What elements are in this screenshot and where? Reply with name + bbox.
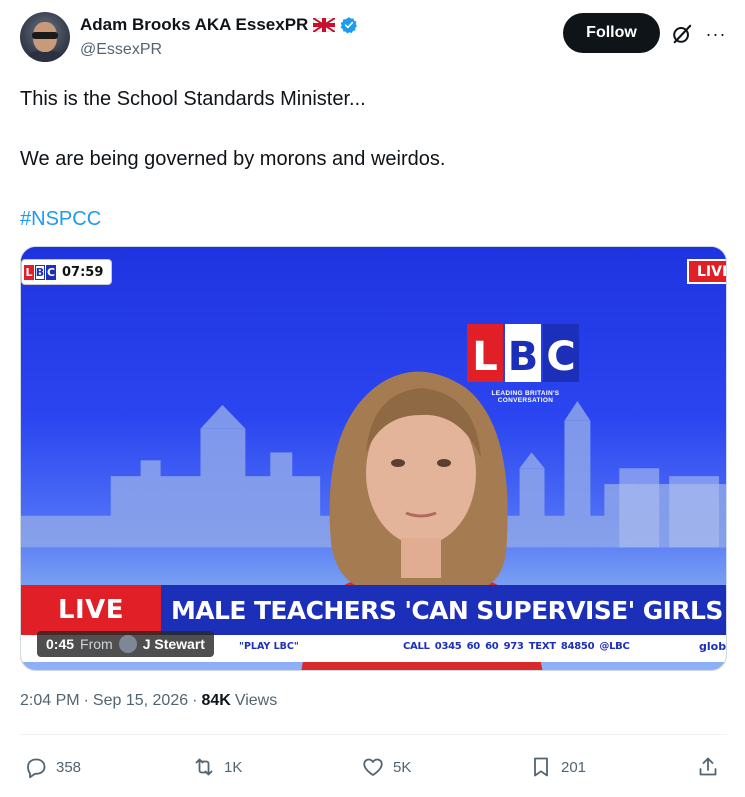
meta-separator: · [83,692,89,709]
action-bar: 358 1K 5K 201 [20,752,727,782]
verified-badge-icon[interactable] [340,16,358,34]
bookmark-button[interactable]: 201 [529,752,586,782]
bookmark-icon [534,757,548,777]
tweet-line-2: We are being governed by morons and weir… [20,148,446,170]
headline-caption: MALE TEACHERS 'CAN SUPERVISE' GIRLS CHAN… [161,585,726,635]
views-label: Views [234,692,278,709]
from-label: From [80,636,113,652]
tweet-date[interactable]: Sep 15, 2026 [93,692,188,710]
lbc-mini-logo: L B C [24,264,56,280]
source-name[interactable]: J Stewart [143,636,205,652]
lbc-logo: L B C [467,324,579,382]
tweet-line-1: This is the School Standards Minister... [20,88,366,110]
video-player[interactable]: L B C LEADING BRITAIN'S CONVERSATION L B… [20,246,727,671]
more-icon[interactable]: ··· [704,22,728,46]
share-icon [699,757,717,776]
like-button[interactable]: 5K [361,752,411,782]
reply-icon [27,758,46,779]
share-button[interactable] [696,752,720,782]
tweet-header: Adam Brooks AKA EssexPR @EssexPR Follow … [20,12,730,64]
author-display-name[interactable]: Adam Brooks AKA EssexPR [80,15,308,35]
lbc-logo-b: B [508,334,539,380]
avatar[interactable] [20,12,70,62]
lbc-tagline: LEADING BRITAIN'S CONVERSATION [491,390,560,404]
like-count: 5K [393,758,412,776]
hashtag-link[interactable]: #NSPCC [20,208,101,230]
lbc-logo-c: C [546,334,575,380]
reply-count: 358 [56,758,82,776]
follow-button[interactable]: Follow [563,13,660,53]
video-duration-pill[interactable]: 0:45 From J Stewart [37,631,214,657]
video-duration: 0:45 [46,636,75,652]
tweet-time[interactable]: 2:04 PM [20,692,80,710]
ticker-call: CALL 0345 60 60 973 TEXT 84850 @LBC [403,641,630,652]
live-corner-badge: LIVE [687,259,726,284]
ticker-global-logo: globo [699,640,727,653]
grok-icon[interactable] [671,23,693,45]
clock-text: 07:59 [62,264,104,280]
uk-flag-icon [312,17,336,33]
author-name-row[interactable]: Adam Brooks AKA EssexPR [80,15,358,35]
divider [20,734,727,735]
ticker-play: "PLAY LBC" [239,641,299,652]
reply-button[interactable]: 358 [24,752,81,782]
live-label: LIVE [21,585,161,635]
tweet-meta: 2:04 PM · Sep 15, 2026 · 84K Views [20,692,277,710]
like-icon [363,758,383,776]
repost-icon [195,758,213,776]
repost-button[interactable]: 1K [192,752,242,782]
source-avatar [118,635,137,653]
bookmark-count: 201 [561,758,587,776]
repost-count: 1K [224,758,243,776]
views-count: 84K [201,692,231,709]
author-handle[interactable]: @EssexPR [80,41,162,59]
broadcast-clock: L B C 07:59 [22,260,112,284]
meta-separator: · [192,692,198,709]
lower-third: LIVE MALE TEACHERS 'CAN SUPERVISE' GIRLS… [21,585,726,635]
tweet-text: This is the School Standards Minister...… [20,84,720,234]
lbc-logo-l: L [472,334,498,380]
